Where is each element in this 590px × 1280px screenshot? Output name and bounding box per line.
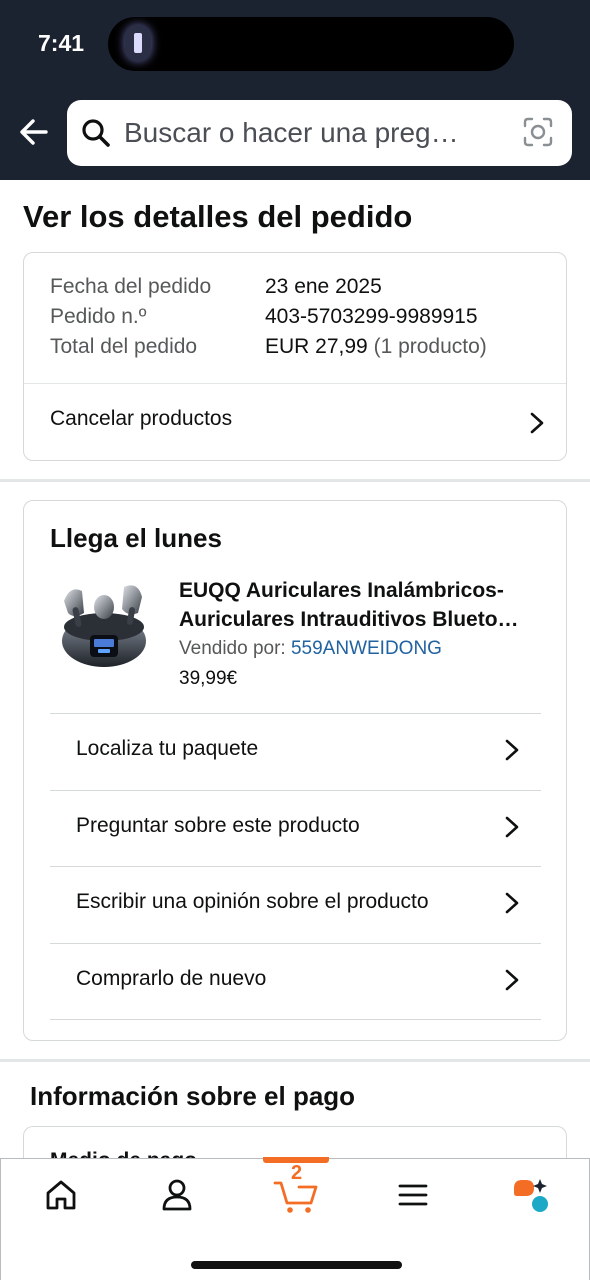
rufus-icon[interactable]	[509, 1175, 549, 1215]
track-package-label: Localiza tu paquete	[76, 737, 259, 760]
buy-again-label: Comprarlo de nuevo	[76, 967, 267, 990]
chevron-right-icon	[530, 412, 544, 434]
cart-icon[interactable]	[273, 1175, 319, 1215]
sold-by-label: Vendido por:	[179, 638, 286, 659]
payment-title: Información sobre el pago	[30, 1081, 356, 1111]
order-date-label: Fecha del pedido	[50, 275, 212, 298]
cancel-products-label: Cancelar productos	[50, 407, 233, 430]
track-package-row[interactable]: Localiza tu paquete	[50, 714, 541, 790]
home-icon[interactable]	[41, 1175, 81, 1215]
search-icon	[82, 119, 110, 147]
chevron-right-icon	[505, 892, 519, 914]
order-total-amount: EUR 27,99	[265, 335, 368, 358]
page-title: Ver los detalles del pedido	[23, 199, 413, 234]
camera-scan-icon[interactable]	[522, 116, 554, 148]
write-review-label: Escribir una opinión sobre el producto	[76, 890, 429, 913]
cancel-products-row[interactable]: Cancelar productos	[24, 384, 566, 461]
product-image[interactable]	[54, 573, 154, 673]
product-title-line: EUQQ Auriculares Inalámbricos-	[179, 579, 504, 602]
menu-icon[interactable]	[393, 1175, 433, 1215]
order-number-value: 403-5703299-9989915	[265, 305, 478, 328]
order-number-label: Pedido n.º	[50, 305, 147, 328]
section-divider	[0, 1059, 590, 1062]
divider	[50, 1019, 541, 1020]
product-title-line: Auriculares Intrauditivos Blueto…	[179, 608, 519, 631]
order-date-value: 23 ene 2025	[265, 275, 382, 298]
flashlight-icon	[125, 25, 151, 61]
home-indicator	[191, 1261, 402, 1269]
order-total-label: Total del pedido	[50, 335, 198, 358]
bottom-nav: 2	[0, 1157, 590, 1280]
product-price: 39,99€	[179, 668, 238, 689]
delivery-title: Llega el lunes	[50, 523, 222, 553]
account-icon[interactable]	[157, 1175, 197, 1215]
order-total-count: (1 producto)	[373, 335, 487, 358]
dynamic-island	[108, 17, 514, 71]
chevron-right-icon	[505, 739, 519, 761]
order-total-value: EUR 27,99 (1 producto)	[265, 335, 487, 359]
search-placeholder: Buscar o hacer una preg…	[124, 117, 459, 148]
status-time: 7:41	[38, 30, 85, 56]
buy-again-row[interactable]: Comprarlo de nuevo	[50, 944, 541, 1020]
chevron-right-icon	[505, 969, 519, 991]
top-header: 7:41 Buscar o hacer una preg…	[0, 0, 590, 180]
search-input[interactable]: Buscar o hacer una preg…	[67, 100, 572, 166]
section-divider	[0, 479, 590, 482]
chevron-right-icon	[505, 816, 519, 838]
product-title[interactable]: EUQQ Auriculares Inalámbricos- Auricular…	[179, 576, 549, 634]
order-summary-card: Fecha del pedido 23 ene 2025 Pedido n.º …	[23, 252, 567, 461]
write-review-row[interactable]: Escribir una opinión sobre el producto	[50, 867, 541, 943]
sold-by: Vendido por: 559ANWEIDONG	[179, 638, 442, 660]
back-arrow-icon[interactable]	[16, 114, 52, 150]
seller-link[interactable]: 559ANWEIDONG	[291, 638, 442, 659]
ask-product-label: Preguntar sobre este producto	[76, 814, 360, 837]
ask-product-row[interactable]: Preguntar sobre este producto	[50, 791, 541, 867]
delivery-card: Llega el lunes EUQQ Auriculares Inalámbr…	[23, 500, 567, 1041]
